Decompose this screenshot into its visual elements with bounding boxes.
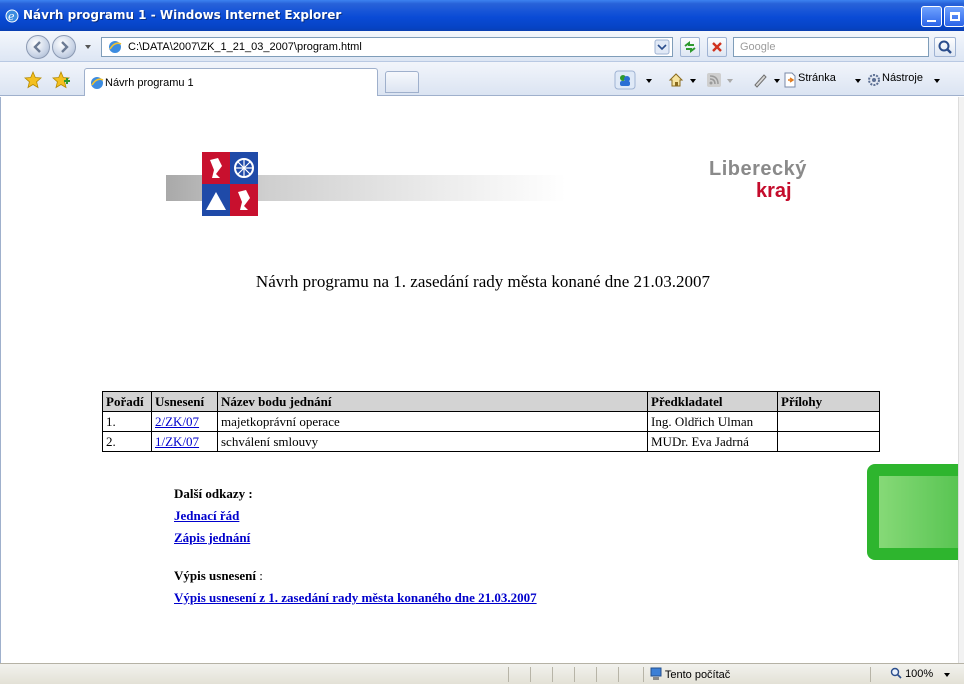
- back-button[interactable]: [26, 35, 50, 59]
- ie-page-icon: [91, 77, 104, 89]
- tab-label: Návrh programu 1: [105, 77, 194, 89]
- ie-logo-icon: e: [5, 9, 19, 23]
- page-icon: [784, 72, 796, 88]
- brand-name-line1: Liberecký: [709, 158, 807, 180]
- tab-toolbar: Návrh programu 1 Stránka Nástroje: [0, 62, 964, 96]
- address-dropdown-icon[interactable]: [654, 39, 672, 59]
- column-header: Usnesení: [151, 391, 218, 412]
- status-divider: [508, 667, 509, 682]
- scrollbar[interactable]: [958, 97, 964, 663]
- messenger-icon[interactable]: [614, 70, 636, 90]
- svg-text:e: e: [8, 10, 15, 23]
- favorites-star-icon[interactable]: [24, 71, 42, 89]
- new-tab-button[interactable]: [385, 71, 419, 93]
- status-divider: [596, 667, 597, 682]
- tools-menu-label[interactable]: Nástroje: [882, 72, 923, 90]
- zoom-dropdown-icon[interactable]: [944, 673, 950, 677]
- tab-navrh-programu[interactable]: Návrh programu 1: [84, 68, 378, 96]
- status-divider: [870, 667, 871, 682]
- resolutions-label-bold: Výpis usnesení: [174, 568, 256, 583]
- cell-title: schválení smlouvy: [217, 431, 648, 452]
- security-zone-label: Tento počítač: [664, 669, 731, 681]
- column-header: Název bodu jednání: [217, 391, 648, 412]
- status-divider: [574, 667, 575, 682]
- address-toolbar: C:\DATA\2007\ZK_1_21_03_2007\program.htm…: [0, 31, 964, 62]
- history-dropdown-icon[interactable]: [84, 43, 92, 51]
- resolutions-label-rest: :: [256, 568, 263, 583]
- print-pen-icon[interactable]: [752, 72, 768, 88]
- tools-gear-icon: [868, 74, 880, 86]
- table-row: 1. 2/ZK/07 majetkoprávní operace Ing. Ol…: [102, 411, 880, 432]
- resolution-link[interactable]: 2/ZK/07: [155, 414, 199, 429]
- ie-page-icon: [109, 41, 122, 53]
- home-dropdown-icon[interactable]: [690, 79, 696, 83]
- status-divider: [530, 667, 531, 682]
- forward-arrow-icon: [61, 41, 69, 53]
- page-heading: Návrh programu na 1. zasedání rady města…: [255, 272, 711, 291]
- messenger-dropdown-icon[interactable]: [646, 79, 652, 83]
- status-bar: Tento počítač 100%: [0, 663, 964, 684]
- security-zone[interactable]: Tento počítač: [650, 667, 730, 681]
- feeds-dropdown-icon[interactable]: [727, 79, 733, 83]
- column-header: Předkladatel: [647, 391, 778, 412]
- page-menu-label[interactable]: Stránka: [798, 72, 836, 90]
- column-header: Pořadí: [102, 391, 152, 412]
- cell-resolution: 2/ZK/07: [151, 411, 218, 432]
- refresh-button[interactable]: [680, 37, 700, 57]
- other-links-section: Další odkazy : Jednací řád Zápis jednání…: [174, 486, 537, 612]
- green-button-face: [879, 476, 964, 548]
- table-header-row: Pořadí Usnesení Název bodu jednání Předk…: [102, 391, 880, 412]
- print-dropdown-icon[interactable]: [774, 79, 780, 83]
- feeds-icon[interactable]: [706, 72, 722, 88]
- cell-order: 1.: [102, 411, 152, 432]
- brand-name-line2: kraj: [756, 180, 792, 202]
- home-icon[interactable]: [668, 72, 684, 88]
- zoom-value: 100%: [905, 668, 934, 680]
- cell-title: majetkoprávní operace: [217, 411, 648, 432]
- program-table: Pořadí Usnesení Název bodu jednání Předk…: [102, 391, 880, 452]
- status-divider: [618, 667, 619, 682]
- address-input[interactable]: C:\DATA\2007\ZK_1_21_03_2007\program.htm…: [101, 37, 673, 57]
- computer-zone-icon: [650, 667, 662, 680]
- search-icon: [938, 40, 952, 54]
- zoom-icon: [890, 667, 902, 679]
- cell-presenter: Ing. Oldřich Ulman: [647, 411, 778, 432]
- add-favorite-icon[interactable]: [52, 71, 70, 89]
- address-url: C:\DATA\2007\ZK_1_21_03_2007\program.htm…: [128, 41, 362, 53]
- cell-order: 2.: [102, 431, 152, 452]
- window-title: Návrh programu 1 - Windows Internet Expl…: [23, 8, 342, 22]
- cell-attachments: [777, 411, 880, 432]
- status-divider: [552, 667, 553, 682]
- column-header: Přílohy: [777, 391, 880, 412]
- resolution-link[interactable]: 1/ZK/07: [155, 434, 199, 449]
- other-links-label: Další odkazy :: [174, 486, 253, 501]
- rules-link[interactable]: Jednací řád: [174, 508, 537, 530]
- table-row: 2. 1/ZK/07 schválení smlouvy MUDr. Eva J…: [102, 431, 880, 452]
- maximize-button[interactable]: [944, 6, 964, 27]
- status-divider: [643, 667, 644, 682]
- green-side-button[interactable]: [867, 464, 964, 560]
- cell-attachments: [777, 431, 880, 452]
- cell-resolution: 1/ZK/07: [151, 431, 218, 452]
- cell-presenter: MUDr. Eva Jadrná: [647, 431, 778, 452]
- header-banner: Liberecký kraj: [166, 152, 820, 220]
- window-titlebar[interactable]: e Návrh programu 1 - Windows Internet Ex…: [0, 0, 964, 31]
- search-input[interactable]: Google: [733, 37, 929, 57]
- tools-menu-dropdown-icon[interactable]: [934, 79, 940, 83]
- page-content: Liberecký kraj Návrh programu na 1. zase…: [0, 97, 964, 663]
- resolutions-label: Výpis usnesení :: [174, 568, 537, 590]
- minutes-link[interactable]: Zápis jednání: [174, 530, 537, 552]
- stop-icon: [712, 42, 722, 52]
- forward-button[interactable]: [52, 35, 76, 59]
- search-placeholder: Google: [740, 41, 776, 53]
- search-button[interactable]: [934, 37, 956, 57]
- page-menu-dropdown-icon[interactable]: [855, 79, 861, 83]
- stop-button[interactable]: [707, 37, 727, 57]
- back-arrow-icon: [33, 41, 41, 53]
- refresh-icon: [684, 41, 696, 53]
- minimize-button[interactable]: [921, 6, 942, 27]
- zoom-control[interactable]: 100%: [890, 667, 933, 680]
- resolutions-link[interactable]: Výpis usnesení z 1. zasedání rady města …: [174, 590, 537, 612]
- coat-of-arms-icon: [202, 152, 258, 216]
